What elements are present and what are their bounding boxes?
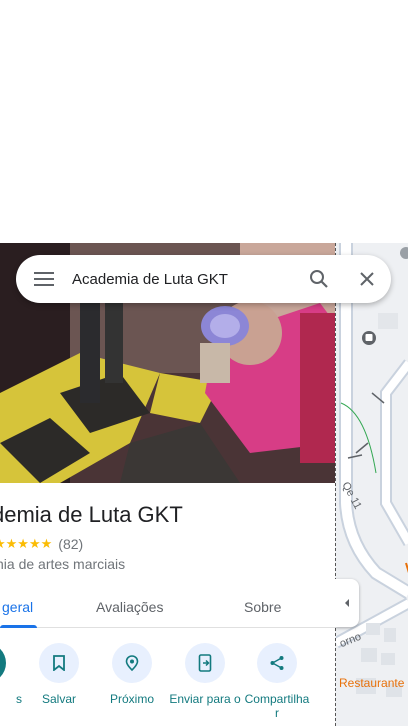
- active-tab-indicator: [0, 625, 37, 628]
- directions-label: s: [16, 692, 22, 706]
- share-button[interactable]: Compartilha r: [241, 643, 313, 720]
- save-button[interactable]: Salvar: [23, 643, 95, 706]
- place-panel: demia de Luta GKT ★★★★★ (82) nia de arte…: [0, 483, 335, 726]
- search-query[interactable]: Academia de Luta GKT: [72, 271, 295, 288]
- nearby-button[interactable]: Próximo: [96, 643, 168, 706]
- maps-app: Qe 11 orno Restaurante Academia de Luta …: [0, 0, 408, 726]
- menu-icon: [34, 272, 54, 286]
- menu-button[interactable]: [16, 255, 72, 303]
- rating-stars: ★★★★★: [0, 536, 53, 551]
- action-bar: s Salvar Próximo Enviar para o Compartil…: [0, 643, 335, 726]
- send-to-phone-icon: [198, 654, 212, 672]
- clear-search-button[interactable]: [343, 255, 391, 303]
- place-tabs: geral Avaliações Sobre: [0, 586, 335, 628]
- map-view[interactable]: Qe 11 orno Restaurante: [335, 243, 408, 726]
- bookmark-icon: [53, 655, 65, 671]
- tab-about[interactable]: Sobre: [244, 599, 281, 615]
- close-icon: [360, 272, 374, 286]
- rating-row[interactable]: ★★★★★ (82): [0, 536, 83, 552]
- place-category[interactable]: nia de artes marciais: [0, 556, 125, 572]
- place-title: demia de Luta GKT: [0, 502, 183, 527]
- directions-icon: [0, 643, 6, 683]
- tab-reviews[interactable]: Avaliações: [96, 599, 163, 615]
- collapse-panel-button[interactable]: [335, 579, 359, 627]
- chevron-left-icon: [345, 599, 349, 607]
- send-to-phone-label: Enviar para o: [169, 692, 241, 706]
- review-count: (82): [58, 536, 84, 552]
- search-bar[interactable]: Academia de Luta GKT: [16, 255, 391, 303]
- share-icon: [270, 656, 284, 670]
- map-poi-label[interactable]: Restaurante: [339, 676, 404, 690]
- send-to-phone-button[interactable]: Enviar para o: [169, 643, 241, 706]
- search-button[interactable]: [295, 255, 343, 303]
- tab-overview[interactable]: geral: [2, 599, 33, 615]
- directions-button[interactable]: s: [0, 643, 22, 706]
- nearby-label: Próximo: [109, 692, 154, 706]
- nearby-icon: [125, 655, 139, 672]
- share-label: Compartilha r: [244, 692, 310, 720]
- save-label: Salvar: [41, 692, 76, 706]
- search-icon: [310, 270, 328, 288]
